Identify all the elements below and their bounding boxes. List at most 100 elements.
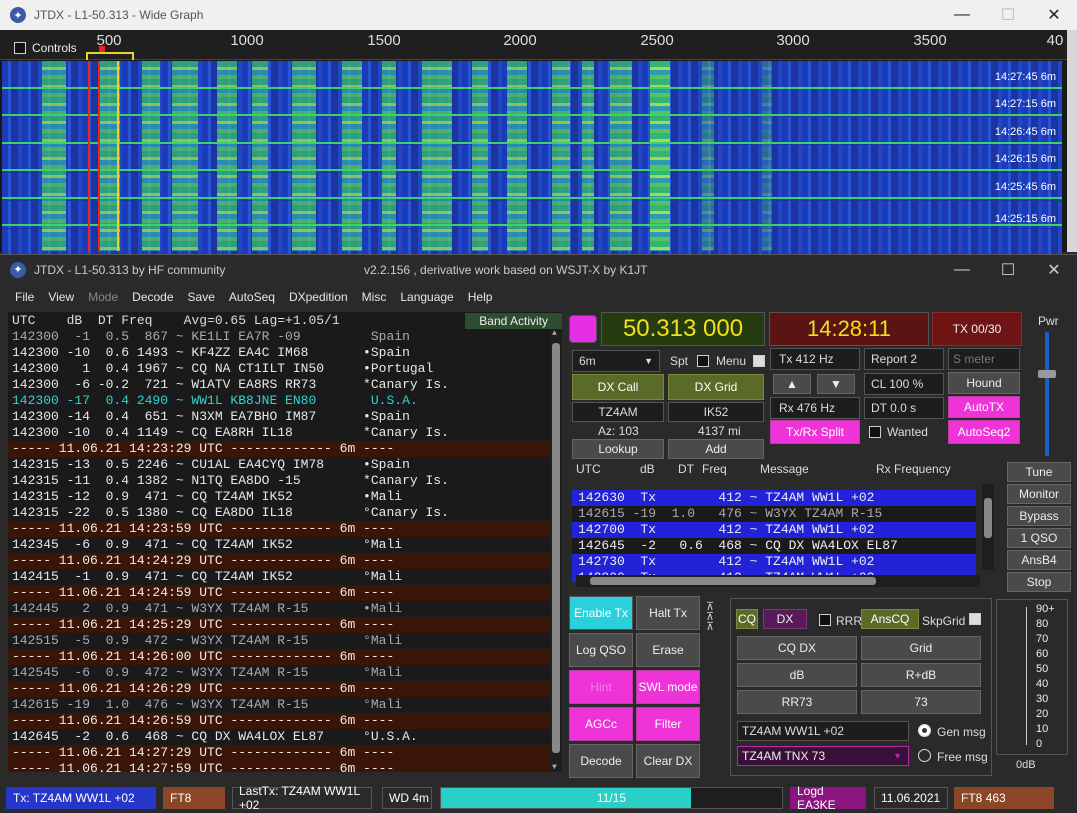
spt-checkbox[interactable] xyxy=(697,355,709,367)
report-spin[interactable]: Report 2 xyxy=(864,348,944,370)
menu-help[interactable]: Help xyxy=(461,290,500,304)
rx-frequency-list[interactable]: 142630 Tx 412 ~ TZ4AM WW1L +02 142615 -19… xyxy=(572,490,976,582)
rx-row[interactable]: 142730 Tx 412 ~ TZ4AM WW1L +02 xyxy=(572,554,976,570)
close-icon[interactable]: ✕ xyxy=(1031,255,1077,285)
decode-row[interactable]: 142300 -10 0.6 1493 ~ KF4ZZ EA4C IM68 •S… xyxy=(8,345,550,361)
rx-row[interactable]: 142700 Tx 412 ~ TZ4AM WW1L +02 xyxy=(572,522,976,538)
decode-row[interactable]: 142300 -14 0.4 651 ~ N3XM EA7BHO IM87 •S… xyxy=(8,409,550,425)
dt-spin[interactable]: DT 0.0 s xyxy=(864,397,944,419)
decode-row[interactable]: 142415 -1 0.9 471 ~ CQ TZ4AM IK52 °Mali xyxy=(8,569,550,585)
hint-button[interactable]: Hint xyxy=(569,670,633,704)
free-msg-radio[interactable] xyxy=(918,749,931,762)
log-qso-button[interactable]: Log QSO xyxy=(569,633,633,667)
menu-file[interactable]: File xyxy=(8,290,41,304)
decode-row[interactable]: 142315 -12 0.9 471 ~ CQ TZ4AM IK52 •Mali xyxy=(8,489,550,505)
skpgrid-checkbox[interactable] xyxy=(969,613,981,625)
tx-tab-arrows-icon[interactable]: ⊼ ⊼ ⊼ xyxy=(706,602,714,633)
period-separator[interactable]: ----- 11.06.21 14:26:59 UTC ------------… xyxy=(8,713,550,729)
dx-call-field[interactable]: TZ4AM xyxy=(572,402,664,422)
menu-mode[interactable]: Mode xyxy=(81,290,125,304)
period-separator[interactable]: ----- 11.06.21 14:25:29 UTC ------------… xyxy=(8,617,550,633)
menu-language[interactable]: Language xyxy=(393,290,460,304)
up-arrow-button[interactable]: ▲ xyxy=(773,374,811,394)
menu-decode[interactable]: Decode xyxy=(125,290,180,304)
period-separator[interactable]: ----- 11.06.21 14:26:29 UTC ------------… xyxy=(8,681,550,697)
enable-tx-button[interactable]: Enable Tx xyxy=(569,596,633,630)
tx-rx-split-button[interactable]: Tx/Rx Split xyxy=(770,420,860,444)
rx-row[interactable]: 142615 -19 1.0 476 ~ W3YX TZ4AM R-15 xyxy=(572,506,976,522)
decode-row[interactable]: 142300 -17 0.4 2490 ~ WW1L KB8JNE EN80 U… xyxy=(8,393,550,409)
tx-marker[interactable] xyxy=(86,52,134,60)
one-qso-button[interactable]: 1 QSO xyxy=(1007,528,1071,548)
dx-call-button[interactable]: DX Call xyxy=(572,374,664,400)
decode-row[interactable]: 142445 2 0.9 471 ~ W3YX TZ4AM R-15 •Mali xyxy=(8,601,550,617)
maximize-icon[interactable]: ☐ xyxy=(985,0,1031,30)
down-arrow-button[interactable]: ▼ xyxy=(817,374,855,394)
cl-spin[interactable]: CL 100 % xyxy=(864,373,944,395)
filter-button[interactable]: Filter xyxy=(636,707,700,741)
frequency-scale[interactable]: Controls 500 1000 1500 2000 2500 3000 35… xyxy=(0,30,1067,60)
autotx-button[interactable]: AutoTX xyxy=(948,396,1020,418)
power-slider[interactable] xyxy=(1036,314,1058,464)
rr73-button[interactable]: RR73 xyxy=(737,690,857,714)
autoseq2-button[interactable]: AutoSeq2 xyxy=(948,420,1020,444)
decode-row[interactable]: 142645 -2 0.6 468 ~ CQ DX WA4LOX EL87 °U… xyxy=(8,729,550,745)
period-separator[interactable]: ----- 11.06.21 14:23:59 UTC ------------… xyxy=(8,521,550,537)
gen-msg-radio[interactable] xyxy=(918,724,931,737)
period-separator[interactable]: ----- 11.06.21 14:24:29 UTC ------------… xyxy=(8,553,550,569)
anscq-button[interactable]: AnsCQ xyxy=(861,609,919,629)
73-button[interactable]: 73 xyxy=(861,690,981,714)
decode-row[interactable]: 142300 -6 -0.2 721 ~ W1ATV EA8RS RR73 *C… xyxy=(8,377,550,393)
decode-row[interactable]: 142345 -6 0.9 471 ~ CQ TZ4AM IK52 °Mali xyxy=(8,537,550,553)
period-separator[interactable]: ----- 11.06.21 14:24:59 UTC ------------… xyxy=(8,585,550,601)
power-slider-handle[interactable] xyxy=(1038,370,1056,378)
gen-msg-field[interactable]: TZ4AM WW1L +02 xyxy=(737,721,909,741)
swl-mode-button[interactable]: SWL mode xyxy=(636,670,700,704)
minimize-icon[interactable]: — xyxy=(939,255,985,285)
controls-toggle[interactable]: Controls xyxy=(14,41,77,55)
decode-row[interactable]: 142515 -5 0.9 472 ~ W3YX TZ4AM R-15 °Mal… xyxy=(8,633,550,649)
decode-row[interactable]: 142545 -6 0.9 472 ~ W3YX TZ4AM R-15 °Mal… xyxy=(8,665,550,681)
dial-frequency[interactable]: 50.313 000 xyxy=(601,312,765,346)
rx-row[interactable]: 142630 Tx 412 ~ TZ4AM WW1L +02 xyxy=(572,490,976,506)
decode-button[interactable]: Decode xyxy=(569,744,633,778)
rx-scrollbar[interactable] xyxy=(982,484,994,570)
menu-view[interactable]: View xyxy=(41,290,81,304)
menu-misc[interactable]: Misc xyxy=(355,290,394,304)
decode-row[interactable]: 142300 1 0.4 1967 ~ CQ NA CT1ILT IN50 •P… xyxy=(8,361,550,377)
controls-checkbox[interactable] xyxy=(14,42,26,54)
dx-grid-field[interactable]: IK52 xyxy=(668,402,764,422)
band-activity-list[interactable]: 142300 -1 0.5 867 ~ KE1LI EA7R -09 Spain… xyxy=(8,329,550,772)
maximize-icon[interactable]: ☐ xyxy=(985,255,1031,285)
tune-button[interactable]: Tune xyxy=(1007,462,1071,482)
monitor-button[interactable]: Monitor xyxy=(1007,484,1071,504)
rx-marker[interactable] xyxy=(99,46,105,52)
rrr-checkbox[interactable] xyxy=(819,614,831,626)
bypass-button[interactable]: Bypass xyxy=(1007,506,1071,526)
menu-save[interactable]: Save xyxy=(181,290,222,304)
period-separator[interactable]: ----- 11.06.21 14:23:29 UTC ------------… xyxy=(8,441,550,457)
stop-button[interactable]: Stop xyxy=(1007,572,1071,592)
clear-dx-button[interactable]: Clear DX xyxy=(636,744,700,778)
decode-row[interactable]: 142315 -22 0.5 1380 ~ CQ EA8DO IL18 °Can… xyxy=(8,505,550,521)
decode-row[interactable]: 142315 -13 0.5 2246 ~ CU1AL EA4CYQ IM78 … xyxy=(8,457,550,473)
cq-dx-button[interactable]: CQ DX xyxy=(737,636,857,660)
decode-row[interactable]: 142300 -10 0.4 1149 ~ CQ EA8RH IL18 *Can… xyxy=(8,425,550,441)
decode-row[interactable]: 142300 -1 0.5 867 ~ KE1LI EA7R -09 Spain xyxy=(8,329,550,345)
rx-frequency-spin[interactable]: Rx 476 Hz xyxy=(770,397,860,419)
r-db-button[interactable]: R+dB xyxy=(861,663,981,687)
dx-grid-button[interactable]: DX Grid xyxy=(668,374,764,400)
grid-button[interactable]: Grid xyxy=(861,636,981,660)
erase-button[interactable]: Erase xyxy=(636,633,700,667)
agcc-button[interactable]: AGCc xyxy=(569,707,633,741)
band-select[interactable]: 6m ▼ xyxy=(572,350,660,372)
wide-graph-scrollbar[interactable] xyxy=(1067,30,1077,252)
waterfall[interactable]: 14:27:45 6m 14:27:15 6m 14:26:45 6m 14:2… xyxy=(2,61,1062,256)
wanted-checkbox[interactable] xyxy=(869,426,881,438)
cq-button[interactable]: CQ xyxy=(736,609,758,629)
rx-row[interactable]: 142645 -2 0.6 468 ~ CQ DX WA4LOX EL87 xyxy=(572,538,976,554)
add-button[interactable]: Add xyxy=(668,439,764,459)
minimize-icon[interactable]: — xyxy=(939,0,985,30)
period-separator[interactable]: ----- 11.06.21 14:27:29 UTC ------------… xyxy=(8,745,550,761)
halt-tx-button[interactable]: Halt Tx xyxy=(636,596,700,630)
